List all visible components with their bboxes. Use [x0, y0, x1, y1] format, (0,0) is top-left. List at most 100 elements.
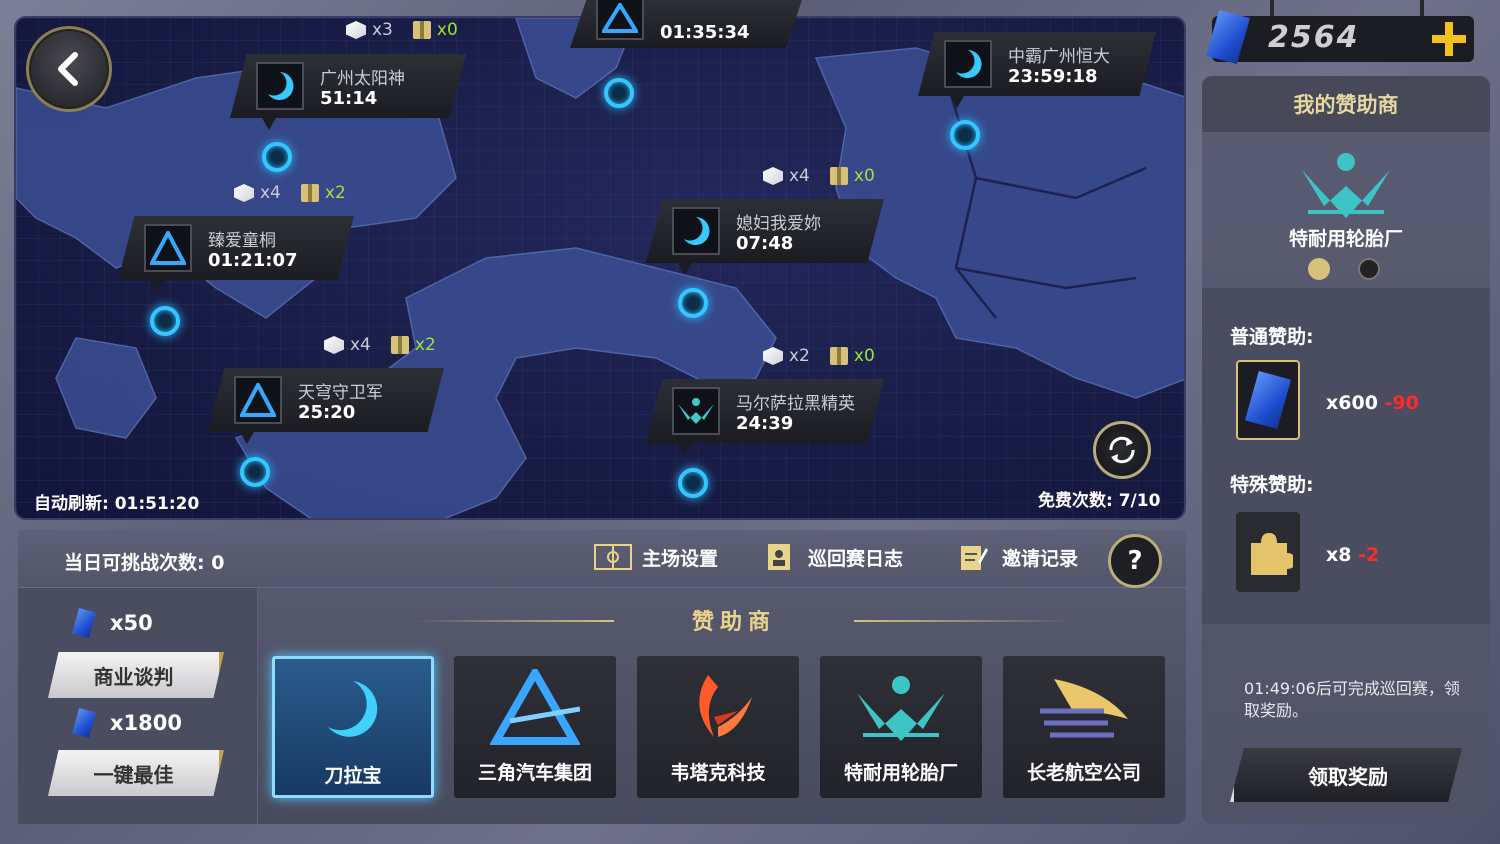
help-button[interactable]: ?: [1108, 534, 1162, 588]
log-book-icon: [760, 542, 798, 572]
best-cost: x1800: [72, 708, 182, 738]
pencil-note-icon: [954, 542, 992, 572]
back-button[interactable]: [26, 26, 112, 112]
gift-icon: [390, 336, 409, 354]
card-pointer: [240, 432, 254, 444]
currency-amount: 2564: [1268, 20, 1360, 55]
opponent-card[interactable]: 01:35:34: [570, 0, 802, 48]
blue-gem-item: [1236, 360, 1300, 440]
card-pointer: [678, 263, 692, 275]
tour-log-button[interactable]: 巡回赛日志: [760, 542, 903, 572]
eagle-logo-icon: [1029, 664, 1139, 750]
home-settings-button[interactable]: 主场设置: [594, 542, 718, 572]
phoenix-logo-icon: [663, 664, 773, 750]
box-icon: [324, 336, 344, 354]
gift-icon: [300, 184, 319, 202]
crescent-logo-icon: [298, 667, 408, 753]
sponsor-card-daolabao[interactable]: 刀拉宝: [272, 656, 434, 798]
opponent-card[interactable]: 中霸广州恒大 23:59:18: [918, 32, 1156, 96]
normal-sponsor-label: 普通赞助:: [1230, 326, 1314, 348]
auto-refresh-label: 自动刷新: 01:51:20: [34, 494, 200, 514]
opponent-card[interactable]: 马尔萨拉黑精英 24:39: [646, 379, 884, 443]
page-dot-active[interactable]: [1308, 258, 1330, 280]
map-node[interactable]: [150, 306, 180, 336]
my-sponsor-name: 特耐用轮胎厂: [1288, 228, 1403, 250]
blue-gem-icon: [72, 608, 96, 638]
currency-bar: 2564: [1212, 16, 1474, 62]
hanger: [1270, 0, 1274, 18]
claim-reward-button[interactable]: 领取奖励: [1230, 748, 1462, 802]
title-divider-right: [854, 620, 1074, 622]
invite-record-button[interactable]: 邀请记录: [954, 542, 1078, 572]
title-divider-left: [414, 620, 614, 622]
map-node[interactable]: [678, 468, 708, 498]
sponsors-title: 赞助商: [692, 610, 777, 635]
triangle-logo-icon: [480, 664, 590, 750]
hanger: [1420, 0, 1424, 18]
card-pointer: [678, 443, 692, 455]
my-sponsor-title: 我的赞助商: [1202, 76, 1490, 132]
blue-gem-icon: [72, 708, 96, 738]
opponent-card[interactable]: 广州太阳神 51:14: [230, 54, 466, 118]
box-icon: [763, 167, 783, 185]
chevron-left-icon: [58, 52, 78, 86]
crescent-logo-icon: [256, 62, 304, 110]
negotiate-button[interactable]: 商业谈判: [48, 652, 224, 698]
page-dot[interactable]: [1358, 258, 1380, 280]
map-node[interactable]: [950, 120, 980, 150]
reward-row: x4 x2: [324, 335, 436, 355]
wings-logo-icon: [846, 664, 956, 750]
add-currency-button[interactable]: [1430, 20, 1468, 58]
refresh-button[interactable]: [1093, 421, 1151, 479]
special-sponsor-amount: x8 -2: [1326, 544, 1380, 566]
claim-info-text: 01:49:06后可完成巡回赛，领取奖励。: [1244, 679, 1460, 720]
triangle-logo-icon: [234, 376, 282, 424]
normal-sponsor-amount: x600 -90: [1326, 392, 1419, 414]
sponsor-card-durable-tire[interactable]: 特耐用轮胎厂: [820, 656, 982, 798]
box-icon: [763, 347, 783, 365]
sponsor-card-weitake[interactable]: 韦塔克科技: [637, 656, 799, 798]
gift-icon: [829, 347, 848, 365]
reward-row: x4 x0: [763, 166, 875, 186]
opponent-card[interactable]: 臻爱童桐 01:21:07: [118, 216, 354, 280]
blue-gem-icon: [1245, 371, 1291, 429]
crescent-logo-icon: [672, 207, 720, 255]
toolbar: 当日可挑战次数: 0 主场设置 巡回赛日志 邀请记录 ?: [18, 530, 1186, 588]
card-pointer: [950, 96, 964, 108]
map-node[interactable]: [604, 78, 634, 108]
map-node[interactable]: [240, 457, 270, 487]
crescent-logo-icon: [944, 40, 992, 88]
map-node[interactable]: [262, 142, 292, 172]
my-sponsor-panel: 我的赞助商 特耐用轮胎厂 普通赞助: x600 -90 特殊赞助: x8 -2 …: [1202, 76, 1490, 824]
bottom-panel: 当日可挑战次数: 0 主场设置 巡回赛日志 邀请记录 ? x50 商业谈判 x1…: [18, 530, 1186, 824]
puzzle-item: [1236, 512, 1300, 592]
gift-icon: [412, 21, 431, 39]
card-pointer: [150, 280, 164, 292]
negotiate-cost: x50: [72, 608, 153, 638]
triangle-logo-icon: [596, 0, 644, 40]
triangle-logo-icon: [144, 224, 192, 272]
special-sponsor-label: 特殊赞助:: [1230, 474, 1314, 496]
wings-logo-icon: [1298, 146, 1394, 222]
daily-challenge-label: 当日可挑战次数: 0: [64, 552, 225, 574]
action-column: x50 商业谈判 x1800 一键最佳: [18, 588, 258, 824]
map-node[interactable]: [678, 288, 708, 318]
box-icon: [234, 184, 254, 202]
box-icon: [346, 21, 366, 39]
opponent-card[interactable]: 天穹守卫军 25:20: [208, 368, 444, 432]
puzzle-piece-icon: [1251, 533, 1293, 575]
one-click-best-button[interactable]: 一键最佳: [48, 750, 224, 796]
sponsor-card-triangle-auto[interactable]: 三角汽车集团: [454, 656, 616, 798]
wings-logo-icon: [672, 387, 720, 435]
reward-row: x2 x0: [763, 346, 875, 366]
field-icon: [594, 542, 632, 572]
plus-icon: [1432, 22, 1466, 56]
refresh-icon: [1109, 436, 1135, 464]
opponent-card[interactable]: 媳妇我爱妳 07:48: [646, 199, 884, 263]
reward-row: x3 x0: [346, 20, 458, 40]
gift-icon: [829, 167, 848, 185]
sponsor-card-elder-airline[interactable]: 长老航空公司: [1003, 656, 1165, 798]
free-count-label: 免费次数: 7/10: [1038, 491, 1161, 511]
card-pointer: [262, 118, 276, 130]
reward-row: x4 x2: [234, 183, 346, 203]
